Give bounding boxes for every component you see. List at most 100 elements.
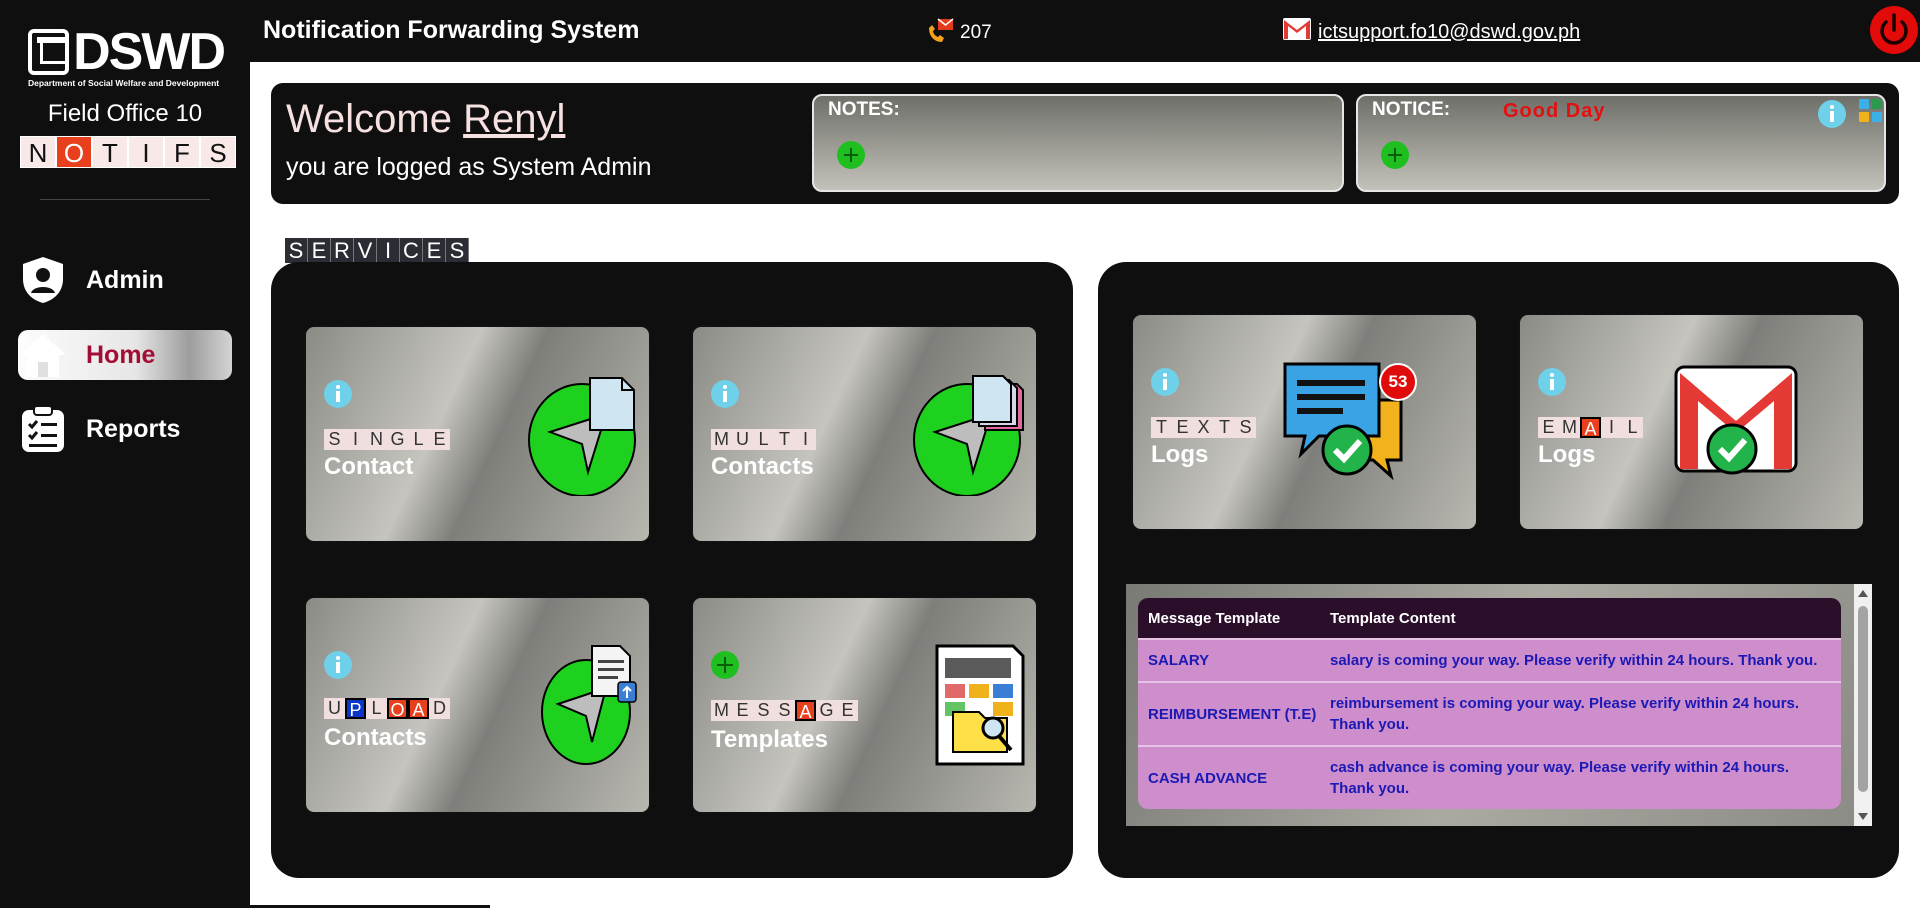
- table-row[interactable]: REIMBURSEMENT (T.E) reimbursement is com…: [1138, 681, 1841, 745]
- template-content: salary is coming your way. Please verify…: [1330, 652, 1818, 669]
- card-title: Logs: [1538, 441, 1596, 468]
- sidebar-item-admin[interactable]: Admin: [18, 255, 232, 305]
- services-letter: E: [423, 238, 446, 263]
- card-letters: T E X T S: [1151, 417, 1256, 438]
- info-icon: [1818, 100, 1846, 128]
- card-letter: E: [837, 700, 858, 721]
- card-letter: I: [345, 429, 366, 450]
- header-template-content: Template Content: [1330, 609, 1456, 627]
- card-title: Templates: [711, 726, 828, 753]
- support-email-link[interactable]: ictsupport.fo10@dswd.gov.ph: [1318, 21, 1580, 44]
- scroll-up-arrow-icon[interactable]: [1858, 590, 1868, 597]
- template-gallery-icon: [933, 644, 1027, 771]
- card-title: Contacts: [711, 453, 814, 480]
- card-title: Logs: [1151, 441, 1209, 468]
- card-letter: U: [324, 698, 345, 719]
- add-template-button[interactable]: [709, 649, 741, 681]
- send-document-icon: [528, 374, 640, 501]
- services-letter: E: [308, 238, 331, 263]
- sms-count-value: 207: [960, 22, 992, 43]
- card-letter: E: [1172, 417, 1193, 438]
- notes-title: NOTES:: [828, 99, 900, 120]
- notice-title: NOTICE:: [1372, 99, 1451, 120]
- card-letter: U: [732, 429, 753, 450]
- gmail-check-icon: [1674, 365, 1800, 480]
- notice-box: NOTICE: Good Day: [1356, 94, 1886, 192]
- info-icon: [1151, 368, 1179, 396]
- dswd-seal-icon: [28, 29, 70, 75]
- info-button[interactable]: [1149, 366, 1181, 398]
- scroll-down-arrow-icon[interactable]: [1858, 813, 1868, 820]
- services-letter: I: [377, 238, 400, 263]
- upload-contacts-card[interactable]: U P L O A D Contacts: [304, 596, 651, 814]
- logout-button[interactable]: [1870, 6, 1918, 54]
- info-button[interactable]: [709, 378, 741, 410]
- table-scrollbar[interactable]: [1854, 584, 1872, 826]
- add-note-button[interactable]: [836, 140, 866, 170]
- message-templates-card[interactable]: M E S S A G E Templates: [691, 596, 1038, 814]
- card-title: Contacts: [324, 724, 427, 751]
- multi-contacts-card[interactable]: M U L T I Contacts: [691, 325, 1038, 543]
- table-row[interactable]: SALARY salary is coming your way. Please…: [1138, 638, 1841, 681]
- card-letter: G: [816, 700, 837, 721]
- card-letter: N: [366, 429, 387, 450]
- services-panel: S I N G L E Contact M U L T I Contacts U…: [271, 262, 1073, 878]
- card-letters: E M A I L: [1538, 417, 1643, 439]
- welcome-greeting: Welcome Renyl: [286, 97, 565, 142]
- info-button[interactable]: [322, 378, 354, 410]
- card-letter: T: [1214, 417, 1235, 438]
- plus-circle-icon: [711, 651, 739, 679]
- card-letter: A: [1580, 417, 1601, 439]
- card-letter: I: [795, 429, 816, 450]
- field-office-label: Field Office 10: [47, 100, 203, 127]
- texts-logs-card[interactable]: T E X T S Logs 53: [1131, 313, 1478, 531]
- services-letter: S: [446, 238, 469, 263]
- template-name: REIMBURSEMENT (T.E): [1148, 705, 1317, 723]
- logo-text: DSWD: [73, 23, 226, 81]
- brand-letter: I: [128, 136, 164, 168]
- card-letter: O: [387, 698, 408, 720]
- card-title: Contact: [324, 453, 414, 480]
- services-label: S E R V I C E S: [285, 238, 469, 263]
- card-letter: S: [774, 700, 795, 721]
- sms-count[interactable]: 207: [926, 16, 992, 50]
- card-letter: P: [345, 698, 366, 720]
- info-icon: [324, 380, 352, 408]
- single-contact-card[interactable]: S I N G L E Contact: [304, 325, 651, 543]
- gmail-icon: [1282, 17, 1312, 47]
- email-logs-card[interactable]: E M A I L Logs: [1518, 313, 1865, 531]
- card-letter: M: [1559, 417, 1580, 438]
- support-email[interactable]: ictsupport.fo10@dswd.gov.ph: [1282, 17, 1580, 47]
- sidebar: DSWD Department of Social Welfare and De…: [0, 0, 250, 908]
- sidebar-item-label: Reports: [86, 414, 181, 443]
- sidebar-item-reports[interactable]: Reports: [18, 404, 232, 454]
- app-title: Notification Forwarding System: [263, 16, 640, 44]
- user-name[interactable]: Renyl: [463, 97, 565, 141]
- info-icon: [324, 651, 352, 679]
- card-letter: A: [795, 700, 816, 722]
- apps-icon: [1859, 99, 1882, 122]
- grid-menu-button[interactable]: [1858, 98, 1884, 129]
- card-letter: I: [1601, 417, 1622, 438]
- table-row[interactable]: CASH ADVANCE cash advance is coming your…: [1138, 745, 1841, 809]
- shield-user-icon: [18, 255, 68, 305]
- sidebar-item-home[interactable]: Home: [18, 330, 232, 380]
- info-button[interactable]: [1536, 366, 1568, 398]
- sidebar-item-label: Admin: [86, 265, 164, 294]
- table-header: Message Template Template Content: [1138, 598, 1841, 638]
- card-letters: S I N G L E: [324, 429, 450, 450]
- add-notice-button[interactable]: [1380, 140, 1410, 170]
- card-letter: E: [1538, 417, 1559, 438]
- card-letter: S: [324, 429, 345, 450]
- logs-panel: T E X T S Logs 53 E M A I L Logs Message…: [1098, 262, 1899, 878]
- scrollbar-thumb[interactable]: [1858, 606, 1868, 792]
- info-button[interactable]: [322, 649, 354, 681]
- services-letter: V: [354, 238, 377, 263]
- top-header: Notification Forwarding System 207 ictsu…: [250, 0, 1920, 62]
- brand-letter: T: [92, 136, 128, 168]
- dswd-logo[interactable]: DSWD Department of Social Welfare and De…: [28, 23, 226, 88]
- notice-info-button[interactable]: [1816, 98, 1848, 135]
- card-letter: A: [408, 698, 429, 720]
- card-letter: T: [774, 429, 795, 450]
- plus-circle-icon: [1381, 141, 1409, 169]
